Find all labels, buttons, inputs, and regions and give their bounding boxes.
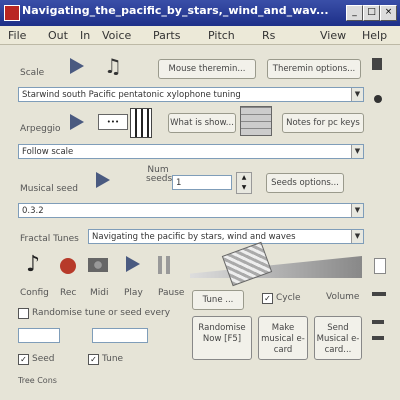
dots-icon[interactable]: ••• <box>98 114 128 130</box>
tune-checkbox[interactable]: ✓ <box>88 354 99 365</box>
cycle-checkbox[interactable]: ✓ <box>262 293 273 304</box>
menu-rs[interactable]: Rs <box>262 29 275 42</box>
title-bar: Navigating_the_pacific_by_stars,_wind_an… <box>0 0 400 26</box>
play-seed-icon[interactable] <box>96 172 110 188</box>
randomise-label: Randomise tune or seed every <box>32 308 171 318</box>
volume-slider-track[interactable] <box>190 256 362 278</box>
menu-voice[interactable]: Voice <box>102 29 131 42</box>
musical-seed-label: Musical seed <box>20 184 78 194</box>
tune-button[interactable]: Tune ... <box>192 290 244 310</box>
menu-view[interactable]: View <box>320 29 346 42</box>
menu-file[interactable]: File <box>8 29 26 42</box>
record-icon[interactable] <box>60 258 76 274</box>
menu-parts[interactable]: Parts <box>153 29 180 42</box>
pause-label: Pause <box>158 288 185 298</box>
scale-label: Scale <box>20 68 45 78</box>
close-button[interactable]: × <box>380 5 397 21</box>
seed-check-label: Seed <box>32 354 55 364</box>
num-seeds-input[interactable]: 1 <box>172 175 232 190</box>
randomise-seed-interval[interactable] <box>18 328 60 343</box>
spinner-icon[interactable]: ▲ ▼ <box>236 172 252 194</box>
randomise-now-button[interactable]: Randomise Now [F5] <box>192 316 252 360</box>
scale-select[interactable]: Starwind south Pacific pentatonic xyloph… <box>18 87 364 102</box>
menu-bar: File Out In Voice Parts Pitch Rs View He… <box>0 26 400 45</box>
minus-icon[interactable] <box>372 320 384 324</box>
config-icon[interactable]: ♪ <box>26 252 40 277</box>
arpeggio-select[interactable]: Follow scale ▼ <box>18 144 364 159</box>
fractal-tunes-select[interactable]: Navigating the pacific by stars, wind an… <box>88 229 364 244</box>
midi-label: Midi <box>90 288 109 298</box>
randomise-checkbox[interactable] <box>18 308 29 319</box>
theremin-options-button[interactable]: Theremin options... <box>267 59 361 79</box>
arpeggio-value: Follow scale <box>22 147 74 157</box>
rec-label: Rec <box>60 288 77 298</box>
lock-icon <box>372 58 382 70</box>
fractal-tunes-value: Navigating the pacific by stars, wind an… <box>92 232 296 242</box>
radio-dot-icon[interactable] <box>374 95 382 103</box>
num-seeds-label: Num seeds <box>146 165 173 184</box>
config-label: Config <box>20 288 49 298</box>
menu-out[interactable]: Out <box>48 29 68 42</box>
play-arpeggio-icon[interactable] <box>70 114 84 130</box>
fractal-tunes-label: Fractal Tunes <box>20 234 79 244</box>
volume-slider-thumb[interactable] <box>221 241 273 287</box>
chevron-down-icon: ▼ <box>351 145 363 158</box>
mouse-theremin-button[interactable]: Mouse theremin... <box>158 59 256 79</box>
arpeggio-label: Arpeggio <box>20 124 61 134</box>
app-icon <box>4 5 20 21</box>
num-seeds-value: 1 <box>176 178 182 188</box>
maximize-button[interactable]: □ <box>363 5 380 21</box>
grid-icon[interactable] <box>240 106 272 136</box>
play-label: Play <box>124 288 143 298</box>
minimize-button[interactable]: _ <box>346 5 363 21</box>
cycle-label: Cycle <box>276 293 301 303</box>
tune-check-label: Tune <box>102 354 124 364</box>
minus-icon[interactable] <box>372 292 386 296</box>
chevron-down-icon: ▼ <box>351 230 363 243</box>
status-text: Tree Cons <box>18 376 57 385</box>
app-window: Navigating_the_pacific_by_stars,_wind_an… <box>0 0 400 400</box>
seed-value: 0.3.2 <box>22 206 44 216</box>
volume-label: Volume <box>326 292 360 302</box>
make-ecard-button[interactable]: Make musical e-card <box>258 316 308 360</box>
piano-keys-icon[interactable] <box>130 108 152 138</box>
window-title: Navigating_the_pacific_by_stars,_wind_an… <box>22 4 329 17</box>
minus-icon[interactable] <box>372 336 384 340</box>
menu-in[interactable]: In <box>80 29 90 42</box>
seed-select[interactable]: 0.3.2 ▼ <box>18 203 364 218</box>
menu-help[interactable]: Help <box>362 29 387 42</box>
seeds-options-button[interactable]: Seeds options... <box>266 173 344 193</box>
chevron-down-icon: ▼ <box>351 204 363 217</box>
notes-for-pc-keys-button[interactable]: Notes for pc keys <box>282 113 364 133</box>
what-is-show-button[interactable]: What is show... <box>168 113 236 133</box>
play-icon[interactable] <box>126 256 140 272</box>
note-icon[interactable]: ♫ <box>104 54 122 78</box>
play-scale-icon[interactable] <box>70 58 84 74</box>
randomise-tune-interval[interactable] <box>92 328 148 343</box>
pen-icon[interactable] <box>374 258 386 274</box>
midi-icon[interactable] <box>88 258 108 272</box>
seed-checkbox[interactable]: ✓ <box>18 354 29 365</box>
chevron-down-icon: ▼ <box>351 88 363 101</box>
send-ecard-button[interactable]: Send Musical e-card... <box>314 316 362 360</box>
scale-value: Starwind south Pacific pentatonic xyloph… <box>22 90 241 100</box>
pause-icon[interactable] <box>158 256 170 274</box>
menu-pitch[interactable]: Pitch <box>208 29 235 42</box>
